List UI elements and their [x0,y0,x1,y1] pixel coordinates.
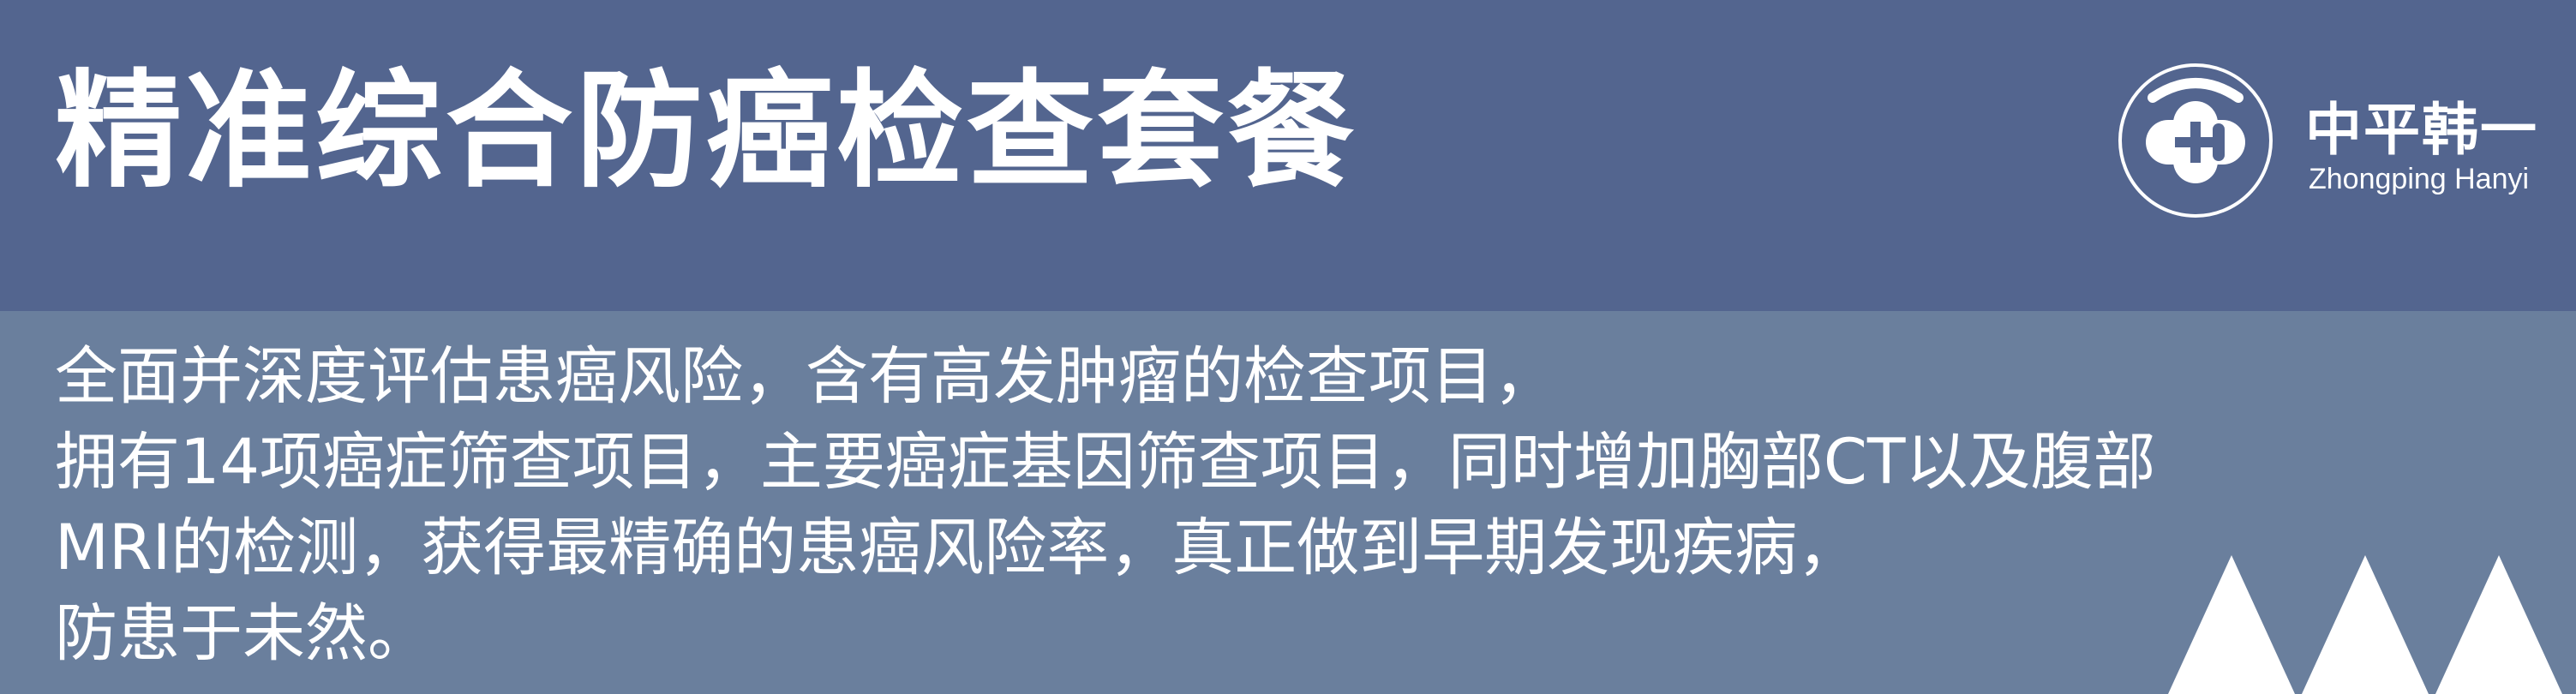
brand-name-chinese: 中平韩一 [2305,97,2538,163]
triangle-shape [2168,555,2295,694]
promo-banner: 精准综合防癌检查套餐 中平韩一 Zhongping Hanyi 全面并深度评估患… [0,0,2576,694]
medical-cross-logo-icon [2118,63,2273,218]
triangle-shape [2302,555,2429,694]
brand-name-english: Zhongping Hanyi [2309,163,2530,195]
description-line: 拥有14项癌症筛查项目，主要癌症基因筛查项目，同时增加胸部CT以及腹部 [55,426,2156,499]
brand-block: 中平韩一 Zhongping Hanyi [2117,62,2545,233]
header-band: 精准综合防癌检查套餐 中平韩一 Zhongping Hanyi [0,0,2576,311]
description-line: 全面并深度评估患癌风险，含有高发肿瘤的检查项目， [55,340,1556,413]
decorative-triangles [2168,555,2562,694]
page-title: 精准综合防癌检查套餐 [55,57,1357,205]
triangle-shape [2435,555,2562,694]
